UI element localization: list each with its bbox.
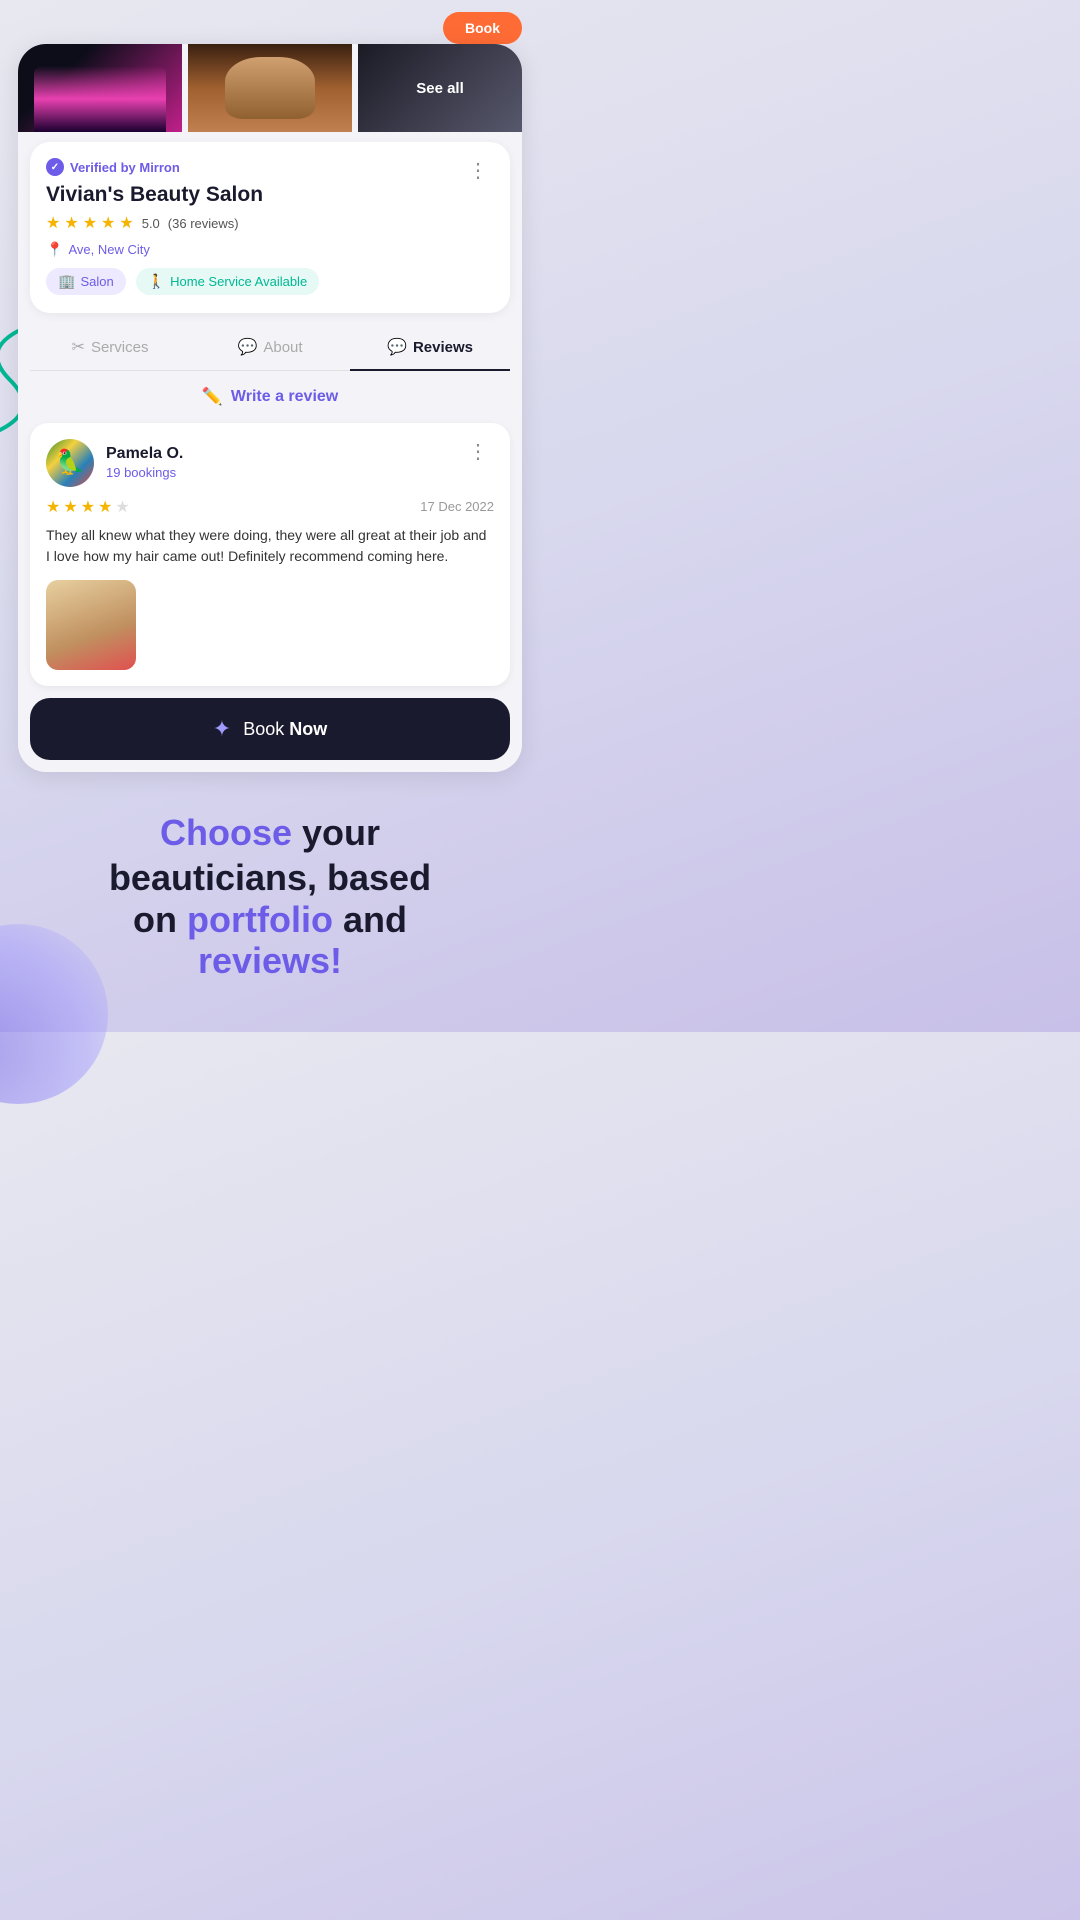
location-text: Ave, New City xyxy=(68,242,149,257)
star-3: ★ xyxy=(83,213,97,233)
review-date: 17 Dec 2022 xyxy=(420,499,494,514)
verified-row: Verified by Mirron xyxy=(46,158,319,176)
rating-value: 5.0 xyxy=(142,216,160,231)
home-service-label: Home Service Available xyxy=(170,274,307,289)
tab-services-label: Services xyxy=(91,339,149,356)
star-5: ★ xyxy=(119,213,133,233)
stars-row: ★ ★ ★ ★ ★ 5.0 (36 reviews) xyxy=(46,213,319,233)
tagline-choose: Choose xyxy=(160,812,292,853)
reviewer-bookings: 19 bookings xyxy=(106,465,183,480)
book-now-label: Book Now xyxy=(243,719,327,740)
more-options-button[interactable]: ⋮ xyxy=(464,158,494,183)
tagline-reviews: reviews! xyxy=(198,940,342,981)
scissors-icon: ✂ xyxy=(72,337,85,357)
tagline-line4: reviews! xyxy=(30,940,510,981)
top-book-button[interactable]: Book xyxy=(443,12,522,44)
tabs-bar: ✂ Services 💬 About 💬 Reviews xyxy=(30,323,510,371)
tagline-line1: Choose your xyxy=(30,812,510,853)
tab-reviews-label: Reviews xyxy=(413,339,473,356)
review-star-5: ★ xyxy=(115,497,129,517)
review-star-4: ★ xyxy=(98,497,112,517)
tag-salon: 🏢 Salon xyxy=(46,268,126,295)
review-text: They all knew what they were doing, they… xyxy=(46,525,494,568)
review-star-3: ★ xyxy=(81,497,95,517)
verified-label: Verified by Mirron xyxy=(70,160,180,175)
photo-3[interactable]: See all xyxy=(358,44,522,132)
tab-reviews[interactable]: 💬 Reviews xyxy=(350,323,510,371)
star-4: ★ xyxy=(101,213,115,233)
top-area: Book xyxy=(0,0,540,44)
salon-tag-label: Salon xyxy=(80,274,113,289)
tagline-line3: on portfolio and xyxy=(30,899,510,940)
star-1: ★ xyxy=(46,213,60,233)
reviews-icon: 💬 xyxy=(387,337,407,357)
review-stars-row: ★ ★ ★ ★ ★ 17 Dec 2022 xyxy=(46,497,494,517)
salon-info-card: Verified by Mirron Vivian's Beauty Salon… xyxy=(30,142,510,313)
main-card: See all Verified by Mirron Vivian's Beau… xyxy=(18,44,522,772)
salon-name: Vivian's Beauty Salon xyxy=(46,182,319,207)
write-review-label: Write a review xyxy=(231,388,338,406)
see-all-label[interactable]: See all xyxy=(416,80,464,97)
rating-count: (36 reviews) xyxy=(168,216,239,231)
photo-2[interactable] xyxy=(188,44,352,132)
sparkle-icon: ✦ xyxy=(213,716,231,742)
location-pin-icon: 📍 xyxy=(46,241,63,258)
tab-about[interactable]: 💬 About xyxy=(190,323,350,371)
star-2: ★ xyxy=(64,213,78,233)
salon-tag-icon: 🏢 xyxy=(58,273,75,290)
review-more-options[interactable]: ⋮ xyxy=(464,439,494,464)
home-service-icon: 🚶 xyxy=(148,273,165,290)
review-card: 🦜 Pamela O. 19 bookings ⋮ ★ ★ ★ ★ ★ 17 D… xyxy=(30,423,510,686)
tab-services[interactable]: ✂ Services xyxy=(30,323,190,371)
review-star-2: ★ xyxy=(63,497,77,517)
tab-about-label: About xyxy=(263,339,302,356)
about-icon: 💬 xyxy=(237,337,257,357)
review-photo[interactable] xyxy=(46,580,136,670)
tagline-portfolio: portfolio xyxy=(187,899,333,940)
location-row: 📍 Ave, New City xyxy=(46,241,319,258)
tag-home-service: 🚶 Home Service Available xyxy=(136,268,320,295)
write-review-button[interactable]: ✏️ Write a review xyxy=(18,371,522,423)
reviewer-name: Pamela O. xyxy=(106,445,183,463)
book-now-button[interactable]: ✦ Book Now xyxy=(30,698,510,760)
pencil-icon: ✏️ xyxy=(202,387,223,407)
tags-row: 🏢 Salon 🚶 Home Service Available xyxy=(46,268,319,295)
reviewer-avatar: 🦜 xyxy=(46,439,94,487)
verified-badge-icon xyxy=(46,158,64,176)
photo-strip: See all xyxy=(18,44,522,132)
review-star-1: ★ xyxy=(46,497,60,517)
photo-1[interactable] xyxy=(18,44,182,132)
tagline-line2: beauticians, based xyxy=(30,857,510,898)
